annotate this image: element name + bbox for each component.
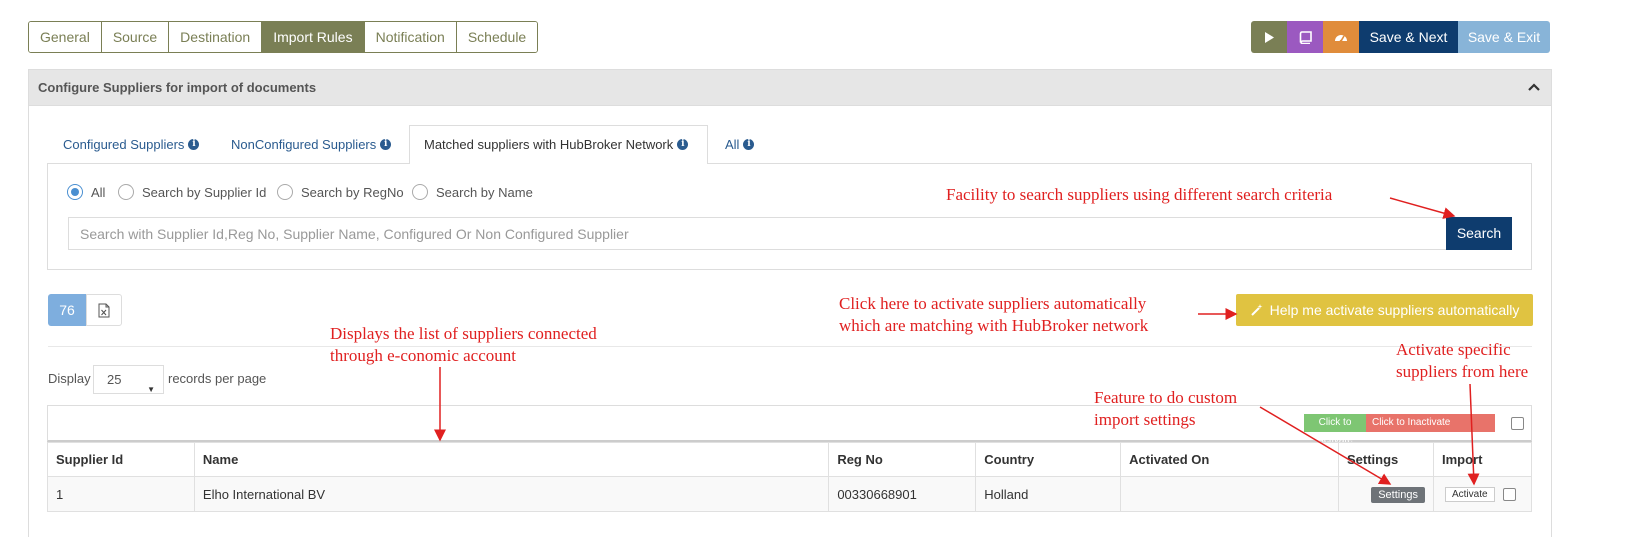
display-label: Display (48, 371, 91, 386)
save-exit-button[interactable]: Save & Exit (1458, 21, 1550, 53)
radio-search-by-id[interactable]: Search by Supplier Id (118, 184, 266, 200)
gauge-icon (1335, 35, 1347, 43)
bulk-inactivate-button[interactable]: Click to Inactivate (1366, 414, 1495, 432)
bulk-activate-button[interactable]: Click to Activate (1304, 414, 1366, 446)
cell-name: Elho International BV (193, 476, 830, 512)
magic-wand-icon (1250, 304, 1263, 316)
radio-circle[interactable] (277, 184, 293, 200)
page-size-select[interactable]: 25 ▼ (93, 365, 164, 394)
tab-destination[interactable]: Destination (169, 22, 263, 52)
tab-matched-suppliers[interactable]: Matched suppliers with HubBroker Network… (424, 137, 689, 152)
records-per-page-label: records per page (168, 371, 267, 386)
radio-circle[interactable] (412, 184, 428, 200)
save-next-button[interactable]: Save & Next (1359, 21, 1458, 53)
book-icon (1299, 30, 1312, 44)
radio-label: Search by RegNo (301, 184, 404, 200)
select-all-checkbox[interactable] (1511, 417, 1524, 430)
col-reg-no[interactable]: Reg No (828, 442, 977, 477)
action-toolbar: Save & Next Save & Exit (1251, 21, 1550, 53)
tab-label: Configured Suppliers (63, 137, 185, 152)
row-checkbox[interactable] (1502, 487, 1516, 501)
radio-label: All (91, 184, 106, 200)
settings-button[interactable]: Settings (1371, 486, 1425, 503)
tab-general[interactable]: General (29, 22, 102, 52)
cell-activated-on (1120, 476, 1339, 512)
info-icon: i (677, 139, 689, 150)
annotation-specific-line1: Activate specific (1396, 340, 1511, 359)
divider (48, 346, 1532, 347)
export-excel-button[interactable] (86, 294, 122, 326)
annotation-specific-line2: suppliers from here (1396, 362, 1529, 381)
cell-country: Holland (975, 476, 1122, 512)
records-count-badge: 76 (48, 294, 86, 326)
annotation-list-line2: through e-conomic account (330, 346, 516, 365)
dashboard-button[interactable] (1323, 21, 1359, 53)
log-button[interactable] (1287, 21, 1323, 53)
col-activated-on[interactable]: Activated On (1120, 442, 1339, 477)
tab-label: All (725, 137, 740, 152)
table-row: 1 Elho International BV 00330668901 Holl… (47, 476, 1533, 512)
activate-button[interactable]: Activate (1444, 486, 1495, 502)
annotation-search-facility: Facility to search suppliers using diffe… (946, 185, 1333, 204)
radio-circle[interactable] (118, 184, 134, 200)
tab-configured-suppliers[interactable]: Configured Suppliers i (63, 137, 200, 152)
info-icon: i (743, 139, 755, 150)
search-button[interactable]: Search (1446, 217, 1512, 250)
wizard-tabs: General Source Destination Import Rules … (28, 21, 539, 53)
info-icon: i (188, 139, 200, 150)
auto-activate-label: Help me activate suppliers automatically (1269, 302, 1520, 318)
cell-import: Activate (1432, 476, 1533, 512)
annotation-list-line1: Displays the list of suppliers connected (330, 324, 597, 343)
col-supplier-id[interactable]: Supplier Id (47, 442, 195, 477)
tab-label: NonConfigured Suppliers (231, 137, 377, 152)
run-button[interactable] (1251, 21, 1287, 53)
cell-supplier-id: 1 (47, 476, 195, 512)
tab-source[interactable]: Source (101, 22, 170, 52)
tab-import-rules[interactable]: Import Rules (262, 22, 365, 52)
auto-activate-button[interactable]: Help me activate suppliers automatically (1236, 294, 1533, 326)
annotation-custom-line1: Feature to do custom (1094, 388, 1238, 407)
radio-search-by-name[interactable]: Search by Name (412, 184, 533, 200)
cell-reg-no: 00330668901 (828, 476, 977, 512)
caret-down-icon: ▼ (147, 385, 155, 394)
page-size-value: 25 (107, 372, 122, 387)
tab-label: Matched suppliers with HubBroker Network (424, 137, 674, 152)
search-input[interactable] (68, 217, 1446, 250)
play-icon (1265, 31, 1274, 43)
col-settings: Settings (1338, 442, 1434, 477)
tab-all[interactable]: All i (725, 137, 755, 152)
radio-circle[interactable] (67, 184, 83, 200)
annotation-custom-line2: import settings (1094, 410, 1196, 429)
suppliers-table: Supplier Id Name Reg No Country Activate… (47, 442, 1533, 512)
panel-title: Configure Suppliers for import of docume… (38, 80, 317, 95)
radio-all[interactable]: All (67, 184, 105, 200)
excel-file-icon (98, 303, 110, 317)
annotation-auto-activate-line1: Click here to activate suppliers automat… (839, 294, 1147, 313)
table-header-row: Supplier Id Name Reg No Country Activate… (47, 442, 1533, 477)
tab-schedule[interactable]: Schedule (456, 22, 538, 52)
col-name[interactable]: Name (193, 442, 830, 477)
radio-search-by-regno[interactable]: Search by RegNo (277, 184, 404, 200)
radio-label: Search by Supplier Id (142, 184, 267, 200)
tab-nonconfigured-suppliers[interactable]: NonConfigured Suppliers i (231, 137, 392, 152)
cell-settings: Settings (1338, 476, 1434, 512)
tab-notification[interactable]: Notification (364, 22, 457, 52)
col-import: Import (1432, 442, 1533, 477)
annotation-auto-activate-line2: which are matching with HubBroker networ… (839, 316, 1149, 335)
radio-label: Search by Name (436, 184, 533, 200)
info-icon: i (380, 139, 392, 150)
chevron-up-icon[interactable] (1527, 80, 1541, 94)
col-country[interactable]: Country (975, 442, 1122, 477)
